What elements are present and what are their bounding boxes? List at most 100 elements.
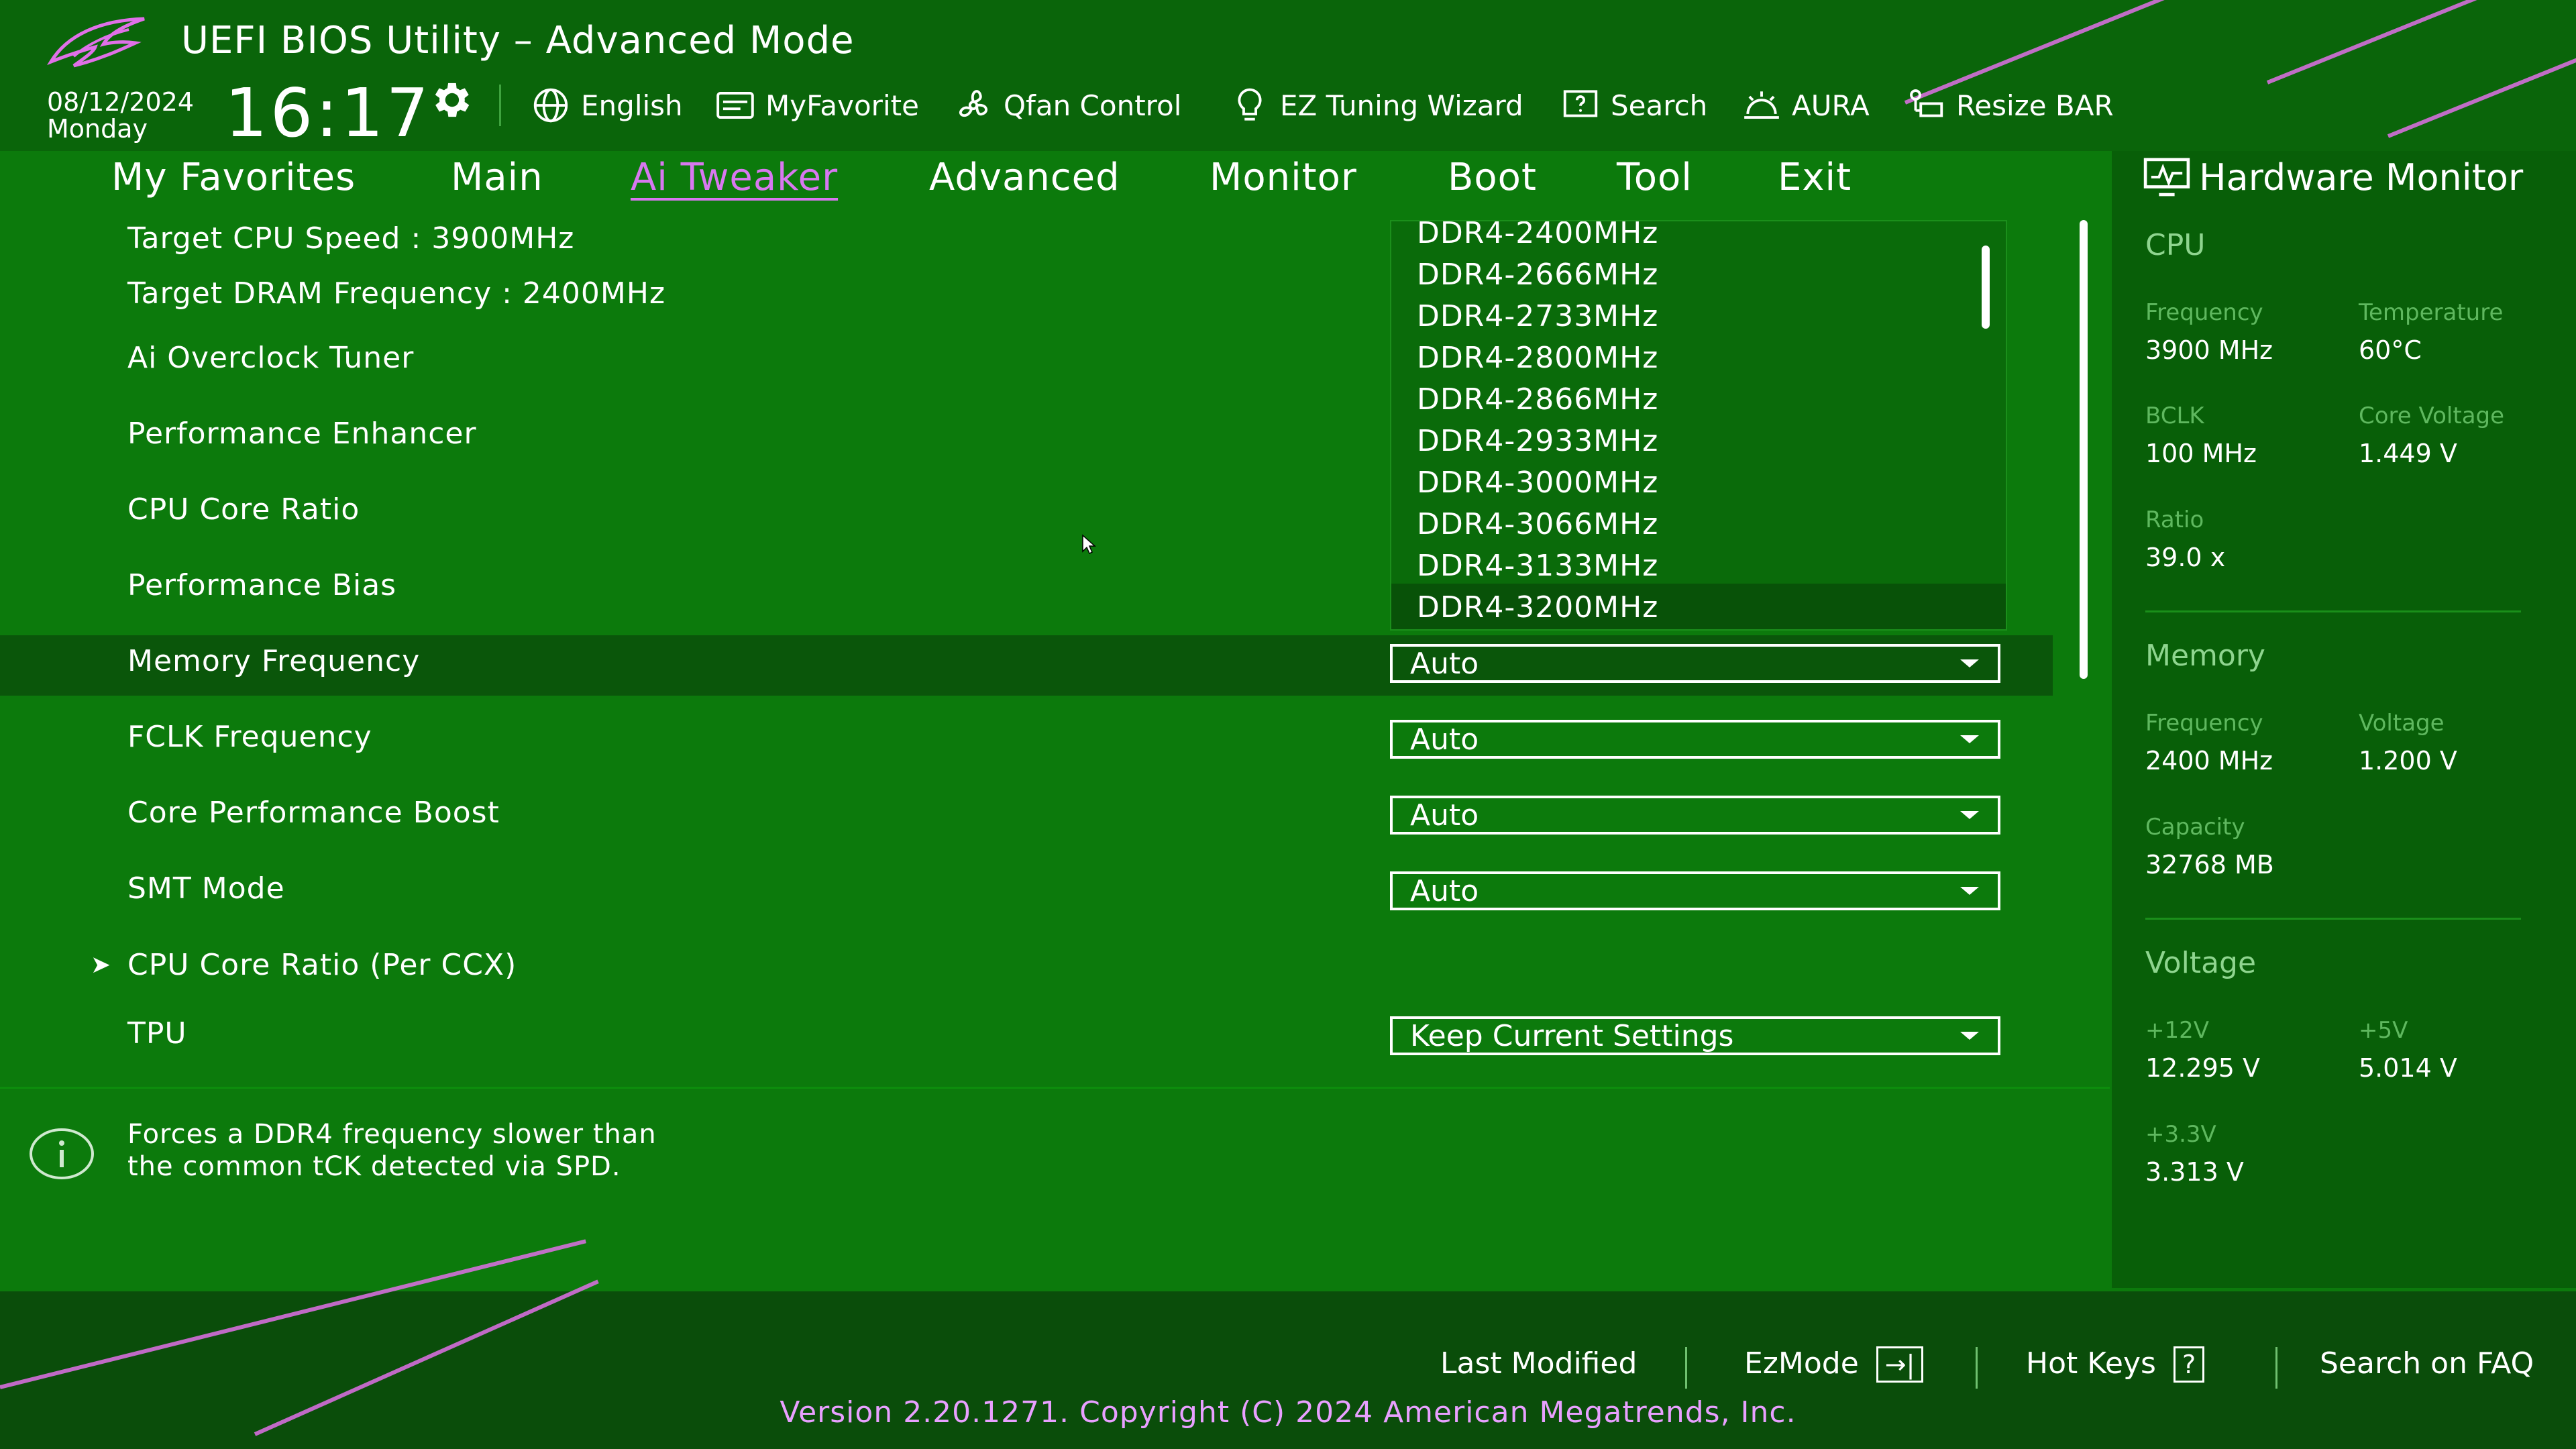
hw-mem-frequency: 2400 MHz xyxy=(2145,746,2273,775)
lightbulb-icon xyxy=(1238,88,1262,121)
setting-ai-overclock-tuner[interactable]: Ai Overclock Tuner xyxy=(127,341,414,375)
tab-exit[interactable]: Exit xyxy=(1778,156,1851,199)
setting-fclk-frequency[interactable]: FCLK Frequency xyxy=(127,720,372,754)
core-performance-boost-dropdown[interactable]: Auto xyxy=(1390,796,2000,835)
date-display: 08/12/2024 xyxy=(47,87,195,117)
hw-cpu-frequency: 3900 MHz xyxy=(2145,335,2273,365)
app-title: UEFI BIOS Utility – Advanced Mode xyxy=(181,19,855,62)
toolbar-search-label: Search xyxy=(1611,89,1708,122)
hw-memory-heading: Memory xyxy=(2145,639,2265,673)
hw-divider xyxy=(2145,918,2521,920)
chevron-down-icon xyxy=(1960,735,1979,743)
dropdown-value: Keep Current Settings xyxy=(1410,1018,1734,1053)
hw-cpu-temperature: 60°C xyxy=(2359,335,2422,365)
tpu-dropdown[interactable]: Keep Current Settings xyxy=(1390,1016,2000,1055)
hot-keys-label: Hot Keys xyxy=(2026,1346,2156,1381)
weekday-display: Monday xyxy=(47,114,148,144)
toolbar-resize-bar-button[interactable]: Resize BAR xyxy=(1905,85,2114,126)
toolbar-divider xyxy=(499,85,501,126)
hw-divider xyxy=(2145,610,2521,612)
footer-decoration xyxy=(0,1239,586,1389)
fan-icon xyxy=(959,90,988,117)
toolbar-language-button[interactable]: English xyxy=(530,85,683,126)
hot-keys-question-icon: ? xyxy=(2173,1346,2205,1383)
tab-monitor[interactable]: Monitor xyxy=(1210,156,1357,199)
tab-main[interactable]: Main xyxy=(451,156,543,199)
hw-capacity: 32768 MB xyxy=(2145,850,2274,879)
setting-performance-bias[interactable]: Performance Bias xyxy=(127,568,396,602)
chevron-down-icon xyxy=(1960,659,1979,667)
hw-voltage-heading: Voltage xyxy=(2145,946,2257,980)
toolbar-myfavorite-label: MyFavorite xyxy=(765,89,919,122)
tab-tool[interactable]: Tool xyxy=(1617,156,1693,199)
option-ddr4-2733[interactable]: DDR4-2733MHz xyxy=(1417,299,1658,333)
toolbar-myfavorite-button[interactable]: MyFavorite xyxy=(714,85,919,126)
mouse-cursor-icon xyxy=(1082,534,1096,555)
toolbar-qfan-button[interactable]: Qfan Control xyxy=(953,85,1181,126)
header-decoration xyxy=(2266,0,2576,85)
memory-frequency-option-list[interactable]: DDR4-2400MHz DDR4-2666MHz DDR4-2733MHz D… xyxy=(1390,220,2007,631)
hw-5v: 5.014 V xyxy=(2359,1053,2457,1083)
setting-core-performance-boost[interactable]: Core Performance Boost xyxy=(127,796,500,830)
tab-advanced[interactable]: Advanced xyxy=(929,156,1120,199)
memory-frequency-dropdown[interactable]: Auto xyxy=(1390,644,2000,683)
clock-display: 16:17 xyxy=(225,74,432,152)
last-modified-button[interactable]: Last Modified xyxy=(1440,1346,1637,1381)
settings-scrollbar[interactable] xyxy=(2080,220,2088,679)
setting-memory-frequency[interactable]: Memory Frequency xyxy=(127,644,420,678)
tab-my-favorites[interactable]: My Favorites xyxy=(111,156,356,199)
my-favorite-icon xyxy=(716,91,754,119)
option-ddr4-3066[interactable]: DDR4-3066MHz xyxy=(1417,507,1658,541)
fclk-frequency-dropdown[interactable]: Auto xyxy=(1390,720,2000,759)
toolbar-language-label: English xyxy=(581,89,683,122)
gear-icon[interactable] xyxy=(427,76,474,123)
ezmode-button[interactable]: EzMode →| xyxy=(1744,1346,1924,1383)
toolbar-ez-tuning-button[interactable]: EZ Tuning Wizard xyxy=(1229,85,1523,126)
ezmode-label: EzMode xyxy=(1744,1346,1859,1381)
option-ddr4-2800[interactable]: DDR4-2800MHz xyxy=(1417,341,1658,375)
hw-mem-voltage: 1.200 V xyxy=(2359,746,2457,775)
hw-cpu-heading: CPU xyxy=(2145,228,2206,262)
dropdown-scrollbar[interactable] xyxy=(1982,246,1990,329)
hw-cpu-temperature-label: Temperature xyxy=(2359,299,2504,326)
dropdown-value: Auto xyxy=(1410,722,1479,757)
hw-5v-label: +5V xyxy=(2359,1017,2408,1044)
chevron-down-icon xyxy=(1960,887,1979,895)
info-icon xyxy=(30,1128,94,1179)
option-ddr4-2933[interactable]: DDR4-2933MHz xyxy=(1417,424,1658,458)
option-ddr4-2666[interactable]: DDR4-2666MHz xyxy=(1417,258,1658,292)
footer-divider xyxy=(2275,1347,2277,1389)
target-cpu-speed: Target CPU Speed : 3900MHz xyxy=(127,221,575,256)
toolbar-search-button[interactable]: Search xyxy=(1560,85,1707,126)
header-decoration xyxy=(2387,44,2576,138)
hw-bclk-label: BCLK xyxy=(2145,402,2204,429)
submenu-cpu-core-ratio-per-ccx[interactable]: CPU Core Ratio (Per CCX) xyxy=(127,948,517,982)
tab-ai-tweaker[interactable]: Ai Tweaker xyxy=(631,156,838,199)
hw-ratio-label: Ratio xyxy=(2145,506,2204,533)
chevron-down-icon xyxy=(1960,811,1979,819)
hw-bclk: 100 MHz xyxy=(2145,439,2257,468)
hw-12v-label: +12V xyxy=(2145,1017,2210,1044)
setting-tpu[interactable]: TPU xyxy=(127,1016,187,1051)
help-text-line-1: Forces a DDR4 frequency slower than xyxy=(127,1119,657,1150)
search-on-faq-button[interactable]: Search on FAQ xyxy=(2320,1346,2534,1381)
option-ddr4-2866[interactable]: DDR4-2866MHz xyxy=(1417,382,1658,417)
dropdown-value: Auto xyxy=(1410,646,1479,681)
hw-12v: 12.295 V xyxy=(2145,1053,2261,1083)
hw-3v3: 3.313 V xyxy=(2145,1157,2244,1187)
option-ddr4-3200[interactable]: DDR4-3200MHz xyxy=(1417,590,1658,625)
hw-core-voltage-label: Core Voltage xyxy=(2359,402,2505,429)
smt-mode-dropdown[interactable]: Auto xyxy=(1390,871,2000,910)
aura-icon xyxy=(1744,91,1779,119)
hot-keys-button[interactable]: Hot Keys ? xyxy=(2026,1346,2205,1383)
dropdown-value: Auto xyxy=(1410,798,1479,833)
toolbar-aura-button[interactable]: AURA xyxy=(1741,85,1870,126)
tab-boot[interactable]: Boot xyxy=(1448,156,1537,199)
setting-performance-enhancer[interactable]: Performance Enhancer xyxy=(127,417,477,451)
help-text-line-2: the common tCK detected via SPD. xyxy=(127,1151,621,1182)
option-ddr4-3000[interactable]: DDR4-3000MHz xyxy=(1417,466,1658,500)
option-ddr4-3133[interactable]: DDR4-3133MHz xyxy=(1417,549,1658,583)
option-ddr4-2400[interactable]: DDR4-2400MHz xyxy=(1417,221,1658,250)
setting-smt-mode[interactable]: SMT Mode xyxy=(127,871,285,906)
setting-cpu-core-ratio[interactable]: CPU Core Ratio xyxy=(127,492,360,527)
